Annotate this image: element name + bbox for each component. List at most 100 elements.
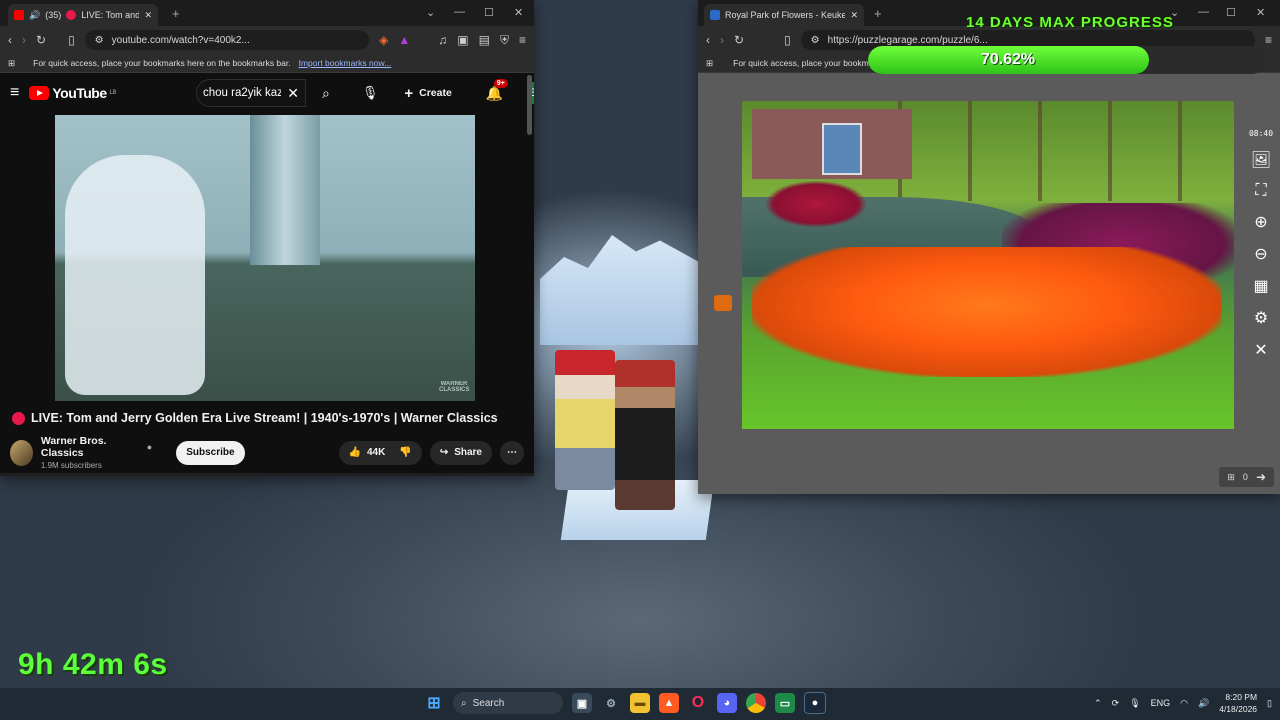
import-bookmarks-link[interactable]: Import bookmarks now...: [299, 58, 392, 68]
puzzle-image[interactable]: [742, 101, 1234, 429]
vpn-icon[interactable]: ⛨: [500, 34, 509, 46]
back-icon[interactable]: ‹: [8, 34, 12, 46]
settings-icon[interactable]: ⚙: [1254, 308, 1268, 328]
apps-icon[interactable]: ⊞: [8, 58, 15, 69]
youtube-logo[interactable]: YouTube LB: [29, 85, 117, 101]
youtube-search-input[interactable]: chou ra2yik kazdc ✕: [196, 79, 306, 107]
minimize-icon[interactable]: —: [1198, 6, 1209, 18]
show-hidden-icons-icon[interactable]: ⌃: [1094, 698, 1102, 709]
channel-info: Warner Bros. Classics 1.9M subscribers: [41, 435, 139, 470]
notification-center-icon[interactable]: ▯: [1267, 698, 1272, 709]
bookmarks-bar: ⊞ For quick access, place your bookmarks…: [0, 54, 534, 73]
discord-icon[interactable]: ◕: [717, 693, 737, 713]
brave-rewards-icon[interactable]: ▲: [398, 34, 410, 46]
bookmark-icon[interactable]: ▯: [68, 34, 75, 46]
loose-puzzle-piece[interactable]: [714, 295, 732, 311]
bookmark-icon[interactable]: ▯: [784, 34, 791, 46]
reload-icon[interactable]: ↻: [36, 34, 46, 46]
close-tab-icon[interactable]: ✕: [144, 10, 152, 21]
extensions-icon[interactable]: ♫: [438, 34, 447, 46]
video-player[interactable]: WARNER CLASSICS: [55, 115, 475, 401]
clear-search-icon[interactable]: ✕: [287, 85, 299, 102]
maximize-icon[interactable]: ☐: [1226, 6, 1236, 19]
fullscreen-icon[interactable]: ⛶: [1255, 182, 1266, 200]
reload-icon[interactable]: ↻: [734, 34, 744, 46]
video-frame-pillar: [250, 115, 320, 265]
microphone-icon[interactable]: 🎙: [1129, 698, 1140, 709]
wifi-icon[interactable]: ◠: [1180, 698, 1188, 709]
terminal-icon[interactable]: ▭: [775, 693, 795, 713]
task-view-icon[interactable]: ▣: [572, 693, 592, 713]
notifications-icon[interactable]: 🔔 9+: [486, 78, 508, 102]
youtube-tab-bar: 🔊 (35) LIVE: Tom and Jerry G ✕ + ⌄ — ☐ ✕: [0, 0, 534, 26]
video-title: LIVE: Tom and Jerry Golden Era Live Stre…: [12, 411, 498, 425]
clock[interactable]: 8:20 PM 4/18/2026: [1219, 691, 1257, 715]
puzzle-image-window: [822, 123, 862, 175]
close-tab-icon[interactable]: ✕: [850, 10, 858, 21]
live-indicator-icon: [66, 10, 77, 20]
share-icon: ↪: [439, 447, 449, 458]
menu-icon[interactable]: ≡: [519, 34, 526, 46]
search-button-icon[interactable]: ⌕: [322, 85, 330, 102]
hamburger-menu-icon[interactable]: ≡: [10, 84, 19, 102]
game-character-left: [555, 350, 615, 490]
new-tab-icon[interactable]: +: [874, 6, 882, 21]
goal-progress-bar: 70.62%: [868, 46, 1266, 74]
notification-count-badge: 9+: [493, 78, 508, 88]
steam-icon[interactable]: ●: [804, 692, 826, 714]
volume-icon[interactable]: 🔊: [1198, 698, 1209, 709]
image-preview-icon[interactable]: 🖼: [1251, 150, 1271, 170]
site-info-icon[interactable]: ⚙: [811, 35, 820, 46]
search-query-text: chou ra2yik kazdc: [203, 87, 282, 99]
sidebar-icon[interactable]: ▣: [457, 34, 468, 46]
close-window-icon[interactable]: ✕: [1256, 6, 1265, 19]
wallet-icon[interactable]: ▤: [479, 34, 490, 46]
scrollbar[interactable]: [527, 75, 532, 135]
site-info-icon[interactable]: ⚙: [95, 35, 104, 46]
file-explorer-icon[interactable]: ▬: [630, 693, 650, 713]
zoom-out-icon[interactable]: ⊖: [1254, 244, 1267, 264]
dislike-icon[interactable]: 👎: [399, 447, 411, 458]
settings-icon[interactable]: ⚙: [601, 693, 621, 713]
channel-name[interactable]: Warner Bros. Classics: [41, 435, 139, 459]
create-button[interactable]: + Create: [394, 81, 461, 105]
chrome-icon[interactable]: [746, 693, 766, 713]
apps-icon[interactable]: ⊞: [706, 58, 713, 69]
taskbar-apps: ⊞ ⌕ Search ▣ ⚙ ▬ ▲ O ◕ ▭ ●: [424, 692, 826, 714]
opera-icon[interactable]: O: [688, 693, 708, 713]
channel-avatar[interactable]: [10, 439, 33, 466]
share-button[interactable]: ↪ Share: [429, 440, 492, 465]
taskbar: ⊞ ⌕ Search ▣ ⚙ ▬ ▲ O ◕ ▭ ● ⌃ ⟳ 🎙 ENG ◠ 🔊…: [0, 688, 1280, 720]
back-icon[interactable]: ‹: [706, 34, 710, 46]
new-tab-icon[interactable]: +: [172, 6, 180, 21]
windows-start-icon[interactable]: ⊞: [424, 693, 444, 713]
next-arrow-icon[interactable]: ➜: [1256, 470, 1266, 484]
puzzle-tab[interactable]: Royal Park of Flowers - Keukenh ✕: [704, 4, 864, 26]
close-puzzle-icon[interactable]: ✕: [1254, 340, 1267, 360]
minimize-icon[interactable]: —: [454, 6, 465, 18]
menu-icon[interactable]: ≡: [1265, 34, 1272, 46]
youtube-tab[interactable]: 🔊 (35) LIVE: Tom and Jerry G ✕: [8, 4, 158, 26]
like-button[interactable]: 👍 44K 👎: [338, 440, 422, 465]
zoom-in-icon[interactable]: ⊕: [1254, 212, 1267, 232]
subscriber-count: 1.9M subscribers: [40, 461, 102, 470]
forward-icon[interactable]: ›: [22, 34, 26, 46]
plus-icon: +: [404, 84, 414, 102]
sync-icon[interactable]: ⟳: [1112, 698, 1120, 709]
language-indicator[interactable]: ENG: [1151, 698, 1171, 708]
sort-pieces-icon[interactable]: ▦: [1253, 276, 1268, 296]
audio-icon[interactable]: 🔊: [29, 10, 40, 21]
close-window-icon[interactable]: ✕: [514, 6, 523, 19]
subscribe-button[interactable]: Subscribe: [176, 440, 245, 465]
more-actions-button[interactable]: ⋯: [500, 440, 524, 465]
tab-search-icon[interactable]: ⌄: [426, 6, 435, 19]
taskbar-search[interactable]: ⌕ Search: [453, 692, 563, 714]
url-field[interactable]: ⚙ youtube.com/watch?v=400k2...: [84, 30, 370, 50]
brave-browser-icon[interactable]: ▲: [659, 693, 679, 713]
maximize-icon[interactable]: ☐: [484, 6, 494, 19]
voice-search-icon[interactable]: 🎙: [362, 85, 379, 101]
bookmark-hint: For quick access, place your bookmar: [733, 58, 877, 68]
forward-icon[interactable]: ›: [720, 34, 724, 46]
puzzle-image-red-tulips: [766, 181, 866, 227]
brave-shield-icon[interactable]: ◈: [379, 34, 388, 46]
